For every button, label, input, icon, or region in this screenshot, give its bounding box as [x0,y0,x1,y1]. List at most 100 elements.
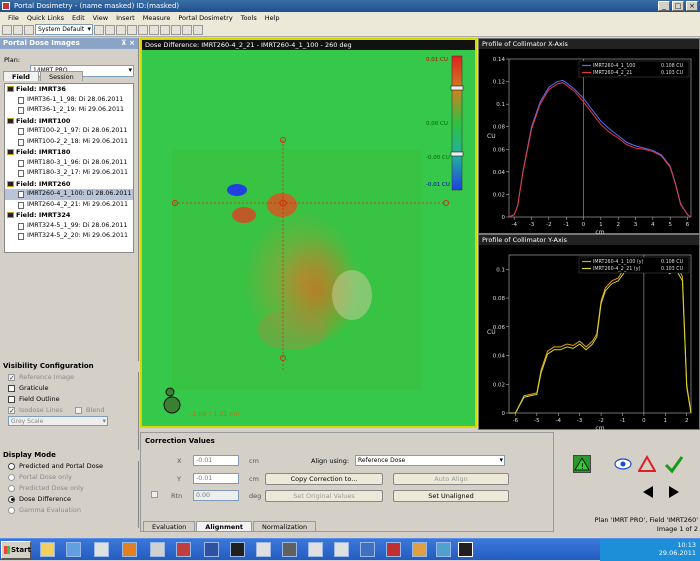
outlook-icon[interactable] [122,542,137,557]
app-icon[interactable] [360,542,375,557]
menu-file[interactable]: File [8,14,19,22]
app-icon[interactable] [150,542,165,557]
eye-icon[interactable] [614,456,632,472]
tab-alignment[interactable]: Alignment [196,521,252,531]
mode-portal-only[interactable]: Portal Dose only [0,472,139,483]
crosshair-icon[interactable] [138,24,148,35]
open-icon[interactable] [2,24,12,35]
field-outline-option[interactable]: Field Outline [0,394,139,405]
field-row[interactable]: Field: IMRT324 [5,210,133,221]
isodose-lines-checkbox[interactable] [8,406,15,414]
image-row[interactable]: IMRT36-1_1_98: Di 28.06.2011 [5,95,133,106]
app-icon[interactable] [334,542,349,557]
colormap-select[interactable]: Grey Scale [8,416,108,426]
preset-select[interactable]: System Default [35,24,93,35]
previous-image-icon[interactable] [642,486,654,498]
radio-icon[interactable] [8,484,15,492]
blend-checkbox[interactable] [75,406,82,414]
refresh-icon[interactable] [193,24,203,35]
copy-correction-button[interactable]: Copy Correction to... [265,473,383,485]
menu-measure[interactable]: Measure [143,14,171,22]
radio-icon[interactable] [8,473,15,481]
tab-field[interactable]: Field [3,71,39,81]
image-row[interactable]: IMRT100-2_1_97: Di 28.06.2011 [5,126,133,137]
app-icon[interactable] [308,542,323,557]
mode-dose-difference[interactable]: Dose Difference [0,494,139,505]
app-icon[interactable] [230,542,245,557]
print-icon[interactable] [24,24,34,35]
x-correction-input[interactable]: -0.01 [193,455,239,466]
explorer-icon[interactable] [40,542,55,557]
radio-icon-selected[interactable] [8,495,15,503]
warning-icon[interactable]: ! [573,455,591,473]
pin-icon[interactable]: ⊼ × [121,38,135,49]
save-icon[interactable] [13,24,23,35]
app-icon[interactable] [176,542,191,557]
mode-gamma[interactable]: Gamma Evaluation [0,505,139,516]
image-row[interactable]: IMRT260-4_2_21: Mi 29.06.2011 [5,200,133,211]
window-level-icon[interactable] [116,24,126,35]
field-outline-checkbox[interactable] [8,395,15,403]
minimize-icon[interactable]: _ [658,1,670,11]
profile-icon[interactable] [149,24,159,35]
tab-session[interactable]: Session [39,71,83,81]
close-icon[interactable]: × [686,1,698,11]
dose-difference-view[interactable]: Dose Difference: IMRT260-4_2_21 - IMRT26… [140,38,477,428]
image-row[interactable]: IMRT100-2_2_18: Mi 29.06.2011 [5,137,133,148]
image-row[interactable]: IMRT324-5_2_20: Mi 29.06.2011 [5,231,133,242]
start-button[interactable]: Start [1,541,31,559]
measure-icon[interactable] [127,24,137,35]
radio-icon[interactable] [8,506,15,514]
graticule-checkbox[interactable] [8,384,15,392]
grid-icon[interactable] [182,24,192,35]
field-row[interactable]: Field: IMRT100 [5,116,133,127]
mode-predicted-portal[interactable]: Predicted and Portal Dose [0,461,139,472]
tab-evaluation[interactable]: Evaluation [143,521,196,531]
image-row[interactable]: IMRT180-3_2_17: Mi 29.06.2011 [5,168,133,179]
image-row[interactable]: IMRT36-1_2_19: Mi 29.06.2011 [5,105,133,116]
next-image-icon[interactable] [668,486,680,498]
portal-dosimetry-task-icon[interactable] [458,542,473,557]
menu-portal-dosimetry[interactable]: Portal Dosimetry [178,14,232,22]
app-icon[interactable] [282,542,297,557]
menu-insert[interactable]: Insert [116,14,135,22]
isodose-lines-option[interactable]: Isodose Lines Blend [0,405,139,416]
app-icon[interactable] [386,542,401,557]
graticule-option[interactable]: Graticule [0,383,139,394]
align-using-select[interactable]: Reference Dose [355,455,505,466]
app-icon[interactable] [256,542,271,557]
radio-icon[interactable] [8,462,15,470]
approve-check-icon[interactable] [664,454,684,474]
app-icon[interactable] [204,542,219,557]
reject-triangle-icon[interactable] [637,454,657,473]
app-icon[interactable] [436,542,451,557]
menu-help[interactable]: Help [265,14,280,22]
maximize-icon[interactable]: □ [672,1,684,11]
app-icon[interactable] [94,542,109,557]
menu-quick-links[interactable]: Quick Links [27,14,64,22]
field-row[interactable]: Field: IMRT180 [5,147,133,158]
reference-image-checkbox[interactable] [8,373,15,381]
field-row[interactable]: Field: IMRT36 [5,84,133,95]
app-icon[interactable] [66,542,81,557]
overlay-icon[interactable] [160,24,170,35]
reference-image-option[interactable]: Reference Image [0,372,139,383]
menu-view[interactable]: View [93,14,108,22]
auto-align-button[interactable]: Auto Align [393,473,509,485]
app-icon[interactable] [412,542,427,557]
mode-predicted-only[interactable]: Predicted Dose only [0,483,139,494]
image-row[interactable]: IMRT180-3_1_96: Di 28.06.2011 [5,158,133,169]
y-correction-input[interactable]: -0.01 [193,473,239,484]
image-row[interactable]: IMRT324-5_1_99: Di 28.06.2011 [5,221,133,232]
rotation-input[interactable]: 0.00 [193,490,239,501]
image-row-selected[interactable]: IMRT260-4_1_100: Di 28.06.2011 [5,189,133,200]
colormap-icon[interactable] [171,24,181,35]
menu-edit[interactable]: Edit [72,14,85,22]
pan-icon[interactable] [105,24,115,35]
set-original-values-button[interactable]: Set Original Values [265,490,383,502]
zoom-icon[interactable] [94,24,104,35]
tab-normalization[interactable]: Normalization [252,521,317,531]
menu-tools[interactable]: Tools [241,14,257,22]
set-unaligned-button[interactable]: Set Unaligned [393,490,509,502]
rotation-checkbox[interactable] [151,491,158,498]
